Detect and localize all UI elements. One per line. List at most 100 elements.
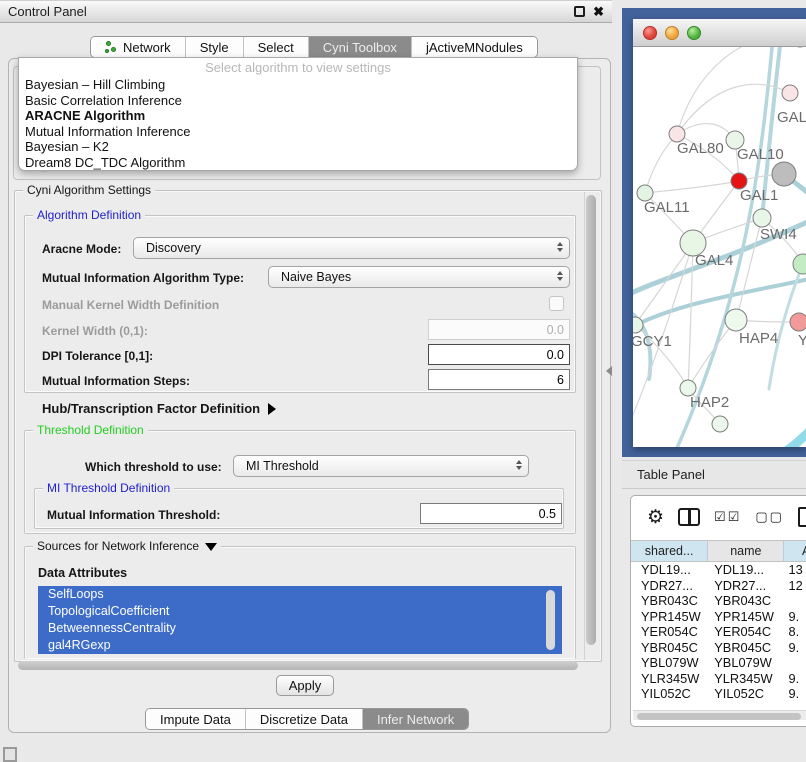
deselect-all-checkboxes-icon[interactable]: ▢▢ bbox=[755, 509, 784, 525]
mi-steps-field[interactable]: 6 bbox=[428, 369, 570, 390]
column-split-icon[interactable] bbox=[678, 508, 700, 526]
algorithm-option[interactable]: ARACNE Algorithm bbox=[19, 108, 577, 124]
table-row[interactable]: YBR045CYBR045C9. bbox=[631, 640, 806, 656]
table-row[interactable]: YBL079WYBL079W bbox=[631, 655, 806, 671]
algorithm-option[interactable]: Mutual Information Inference bbox=[19, 124, 577, 140]
data-attribute-item[interactable]: gal4RGexp bbox=[38, 637, 562, 654]
column-header-A[interactable]: A bbox=[784, 540, 806, 562]
mi-type-value: Naive Bayes bbox=[281, 270, 351, 284]
node-GAL[interactable] bbox=[782, 85, 798, 101]
network-graph: GALGAL80GAL10GAL1GAL11SWI4GAL4GCY1HAP4YH… bbox=[633, 47, 806, 447]
function-builder-icon[interactable] bbox=[798, 507, 806, 527]
tab-select[interactable]: Select bbox=[244, 37, 309, 57]
node-HAP4[interactable] bbox=[725, 309, 747, 331]
table-row[interactable]: YIL052CYIL052C9. bbox=[631, 686, 806, 702]
data-attribute-item[interactable]: SelfLoops bbox=[38, 586, 562, 603]
table-cell: 9. bbox=[784, 686, 806, 702]
mi-steps-label: Mutual Information Steps: bbox=[42, 374, 190, 388]
apply-button[interactable]: Apply bbox=[276, 675, 334, 696]
network-graph-icon bbox=[105, 41, 118, 54]
settings-vscroll-thumb[interactable] bbox=[586, 195, 596, 645]
which-threshold-combo[interactable]: MI Threshold bbox=[233, 455, 529, 477]
table-hscroll-track[interactable] bbox=[633, 710, 806, 720]
node-SWI4[interactable] bbox=[753, 209, 771, 227]
tab-cyni-toolbox[interactable]: Cyni Toolbox bbox=[309, 37, 412, 57]
table-row[interactable]: YDR27...YDR27...12 bbox=[631, 578, 806, 594]
expanded-arrow-icon[interactable] bbox=[205, 543, 217, 551]
minimize-traffic-light-icon[interactable] bbox=[665, 26, 679, 40]
node-unlabeled[interactable] bbox=[793, 254, 806, 274]
kernel-width-label: Kernel Width (0,1): bbox=[42, 324, 148, 338]
network-canvas[interactable]: GALGAL80GAL10GAL1GAL11SWI4GAL4GCY1HAP4YH… bbox=[633, 47, 806, 447]
table-row[interactable]: YDL19...YDL19...13 bbox=[631, 562, 806, 578]
which-threshold-value: MI Threshold bbox=[246, 459, 319, 473]
aracne-mode-combo[interactable]: Discovery bbox=[133, 237, 570, 259]
dock-square-icon[interactable] bbox=[3, 747, 17, 762]
manual-kernel-checkbox[interactable] bbox=[549, 296, 564, 311]
table-cell: YDR27... bbox=[631, 578, 708, 594]
algorithm-option[interactable]: Dream8 DC_TDC Algorithm bbox=[19, 155, 577, 171]
table-cell: 12 bbox=[784, 578, 806, 594]
kernel-width-field[interactable]: 0.0 bbox=[428, 319, 570, 340]
settings-group-title: Cyni Algorithm Settings bbox=[23, 183, 155, 197]
cyni-mode-tabs: Impute DataDiscretize DataInfer Network bbox=[145, 708, 469, 730]
node-label-SWI4: SWI4 bbox=[760, 226, 797, 243]
close-traffic-light-icon[interactable] bbox=[643, 26, 657, 40]
attr-list-scrollbar[interactable] bbox=[546, 590, 555, 650]
tab-discretize-data[interactable]: Discretize Data bbox=[246, 709, 363, 729]
network-window[interactable]: GALGAL80GAL10GAL1GAL11SWI4GAL4GCY1HAP4YH… bbox=[633, 19, 806, 447]
table-cell: YIL052C bbox=[631, 686, 708, 702]
table-row[interactable]: YBR043CYBR043C bbox=[631, 593, 806, 609]
mi-threshold-field[interactable]: 0.5 bbox=[420, 503, 562, 524]
algorithm-definition-title: Algorithm Definition bbox=[33, 208, 145, 222]
data-attribute-item[interactable]: BetweennessCentrality bbox=[38, 620, 562, 637]
node-unlabeled[interactable] bbox=[772, 162, 796, 186]
algorithm-option[interactable]: Bayesian – Hill Climbing bbox=[19, 77, 577, 93]
table-panel-titlebar: Table Panel bbox=[622, 460, 806, 489]
column-header-name[interactable]: name bbox=[708, 540, 784, 562]
table-hscroll-thumb[interactable] bbox=[637, 713, 801, 720]
manual-kernel-label: Manual Kernel Width Definition bbox=[42, 298, 219, 312]
table-toolbar: ⚙ ☑☑ ▢▢ bbox=[631, 496, 806, 538]
gear-icon[interactable]: ⚙ bbox=[647, 506, 664, 529]
table-row[interactable]: YLR345WYLR345W9. bbox=[631, 671, 806, 687]
table-cell: YDL19... bbox=[708, 562, 784, 578]
node-unlabeled[interactable] bbox=[712, 416, 728, 432]
mi-type-combo[interactable]: Naive Bayes bbox=[268, 266, 570, 288]
table-cell: 9. bbox=[784, 609, 806, 625]
table-cell: YBL079W bbox=[708, 655, 784, 671]
table-cell: YIL052C bbox=[708, 686, 784, 702]
table-cell: YPR145W bbox=[708, 609, 784, 625]
algorithm-option[interactable]: Bayesian – K2 bbox=[19, 139, 577, 155]
node-Y[interactable] bbox=[790, 313, 806, 331]
dpi-tolerance-field[interactable]: 0.0 bbox=[428, 344, 570, 365]
node-label-Y: Y bbox=[798, 332, 806, 349]
which-threshold-label: Which threshold to use: bbox=[85, 460, 222, 474]
close-icon[interactable]: ✖ bbox=[593, 6, 604, 17]
column-header-shared...[interactable]: shared... bbox=[631, 540, 708, 562]
splitter-handle-icon[interactable] bbox=[606, 366, 612, 376]
algorithm-option[interactable]: Basic Correlation Inference bbox=[19, 93, 577, 109]
mi-threshold-label: Mutual Information Threshold: bbox=[47, 508, 220, 522]
algorithm-dropdown-popup: Select algorithm to view settings Bayesi… bbox=[18, 57, 578, 171]
tab-impute-data[interactable]: Impute Data bbox=[146, 709, 246, 729]
data-attributes-list: SelfLoopsTopologicalCoefficientBetweenne… bbox=[38, 586, 562, 657]
data-attribute-item[interactable]: TopologicalCoefficient bbox=[38, 603, 562, 620]
tab-network[interactable]: Network bbox=[91, 37, 186, 57]
tab-jactivemnodules[interactable]: jActiveMNodules bbox=[412, 37, 537, 57]
node-label-GAL4: GAL4 bbox=[695, 252, 733, 269]
tab-infer-network[interactable]: Infer Network bbox=[363, 709, 468, 729]
tab-style[interactable]: Style bbox=[186, 37, 244, 57]
hub-definition-toggle[interactable]: Hub/Transcription Factor Definition bbox=[42, 401, 276, 416]
zoom-traffic-light-icon[interactable] bbox=[687, 26, 701, 40]
float-panel-icon[interactable] bbox=[574, 6, 585, 17]
select-all-checkboxes-icon[interactable]: ☑☑ bbox=[714, 509, 741, 525]
table-cell: YDR27... bbox=[708, 578, 784, 594]
table-row[interactable]: YER054CYER054C8. bbox=[631, 624, 806, 640]
table-panel-body: ⚙ ☑☑ ▢▢ shared...nameA YDL19...YDL19...1… bbox=[630, 495, 806, 727]
mi-threshold-title: MI Threshold Definition bbox=[43, 481, 174, 495]
aracne-mode-value: Discovery bbox=[146, 241, 201, 255]
table-row[interactable]: YPR145WYPR145W9. bbox=[631, 609, 806, 625]
network-window-titlebar[interactable] bbox=[633, 19, 806, 47]
settings-hscroll-thumb[interactable] bbox=[18, 661, 578, 670]
